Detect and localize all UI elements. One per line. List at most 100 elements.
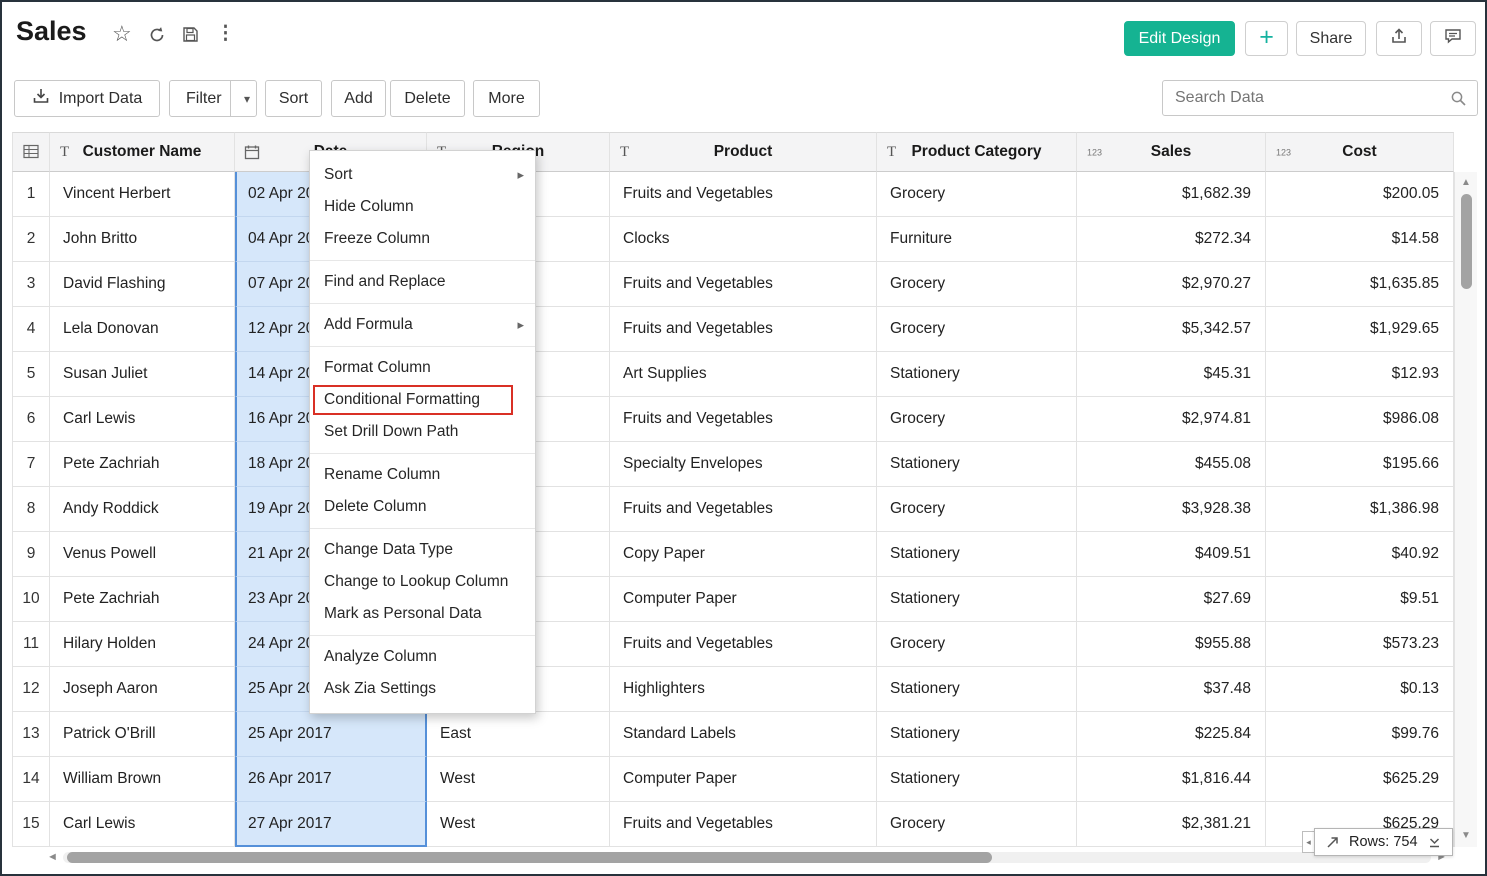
- cell-sales[interactable]: $27.69: [1077, 577, 1266, 622]
- add-button[interactable]: Add: [331, 80, 386, 117]
- cell-product[interactable]: Copy Paper: [610, 532, 877, 577]
- cell-cost[interactable]: $986.08: [1266, 397, 1454, 442]
- cell-date-selected[interactable]: 27 Apr 2017: [235, 802, 427, 847]
- row-number[interactable]: 1: [12, 172, 50, 217]
- row-number[interactable]: 12: [12, 667, 50, 712]
- menu-item-find-and-replace[interactable]: Find and Replace: [310, 266, 535, 298]
- row-number[interactable]: 6: [12, 397, 50, 442]
- row-number[interactable]: 5: [12, 352, 50, 397]
- export-button[interactable]: [1376, 21, 1422, 56]
- import-data-button[interactable]: Import Data: [14, 80, 160, 117]
- row-number[interactable]: 3: [12, 262, 50, 307]
- search-input[interactable]: [1163, 81, 1439, 115]
- cell-sales[interactable]: $1,682.39: [1077, 172, 1266, 217]
- cell-category[interactable]: Grocery: [877, 802, 1077, 847]
- cell-sales[interactable]: $955.88: [1077, 622, 1266, 667]
- column-header-customer-name[interactable]: T Customer Name: [50, 132, 235, 172]
- scroll-up-arrow-icon[interactable]: ▲: [1455, 175, 1477, 191]
- cell-category[interactable]: Stationery: [877, 757, 1077, 802]
- cell-customer[interactable]: Pete Zachriah: [50, 442, 235, 487]
- menu-item-delete-column[interactable]: Delete Column: [310, 491, 535, 523]
- cell-product[interactable]: Fruits and Vegetables: [610, 307, 877, 352]
- cell-product[interactable]: Art Supplies: [610, 352, 877, 397]
- cell-product[interactable]: Fruits and Vegetables: [610, 802, 877, 847]
- menu-item-ask-zia-settings[interactable]: Ask Zia Settings: [310, 673, 535, 705]
- cell-customer[interactable]: Carl Lewis: [50, 802, 235, 847]
- cell-sales[interactable]: $2,974.81: [1077, 397, 1266, 442]
- cell-sales[interactable]: $37.48: [1077, 667, 1266, 712]
- refresh-icon[interactable]: [148, 26, 166, 48]
- cell-cost[interactable]: $14.58: [1266, 217, 1454, 262]
- cell-customer[interactable]: Pete Zachriah: [50, 577, 235, 622]
- cell-category[interactable]: Stationery: [877, 667, 1077, 712]
- row-number[interactable]: 2: [12, 217, 50, 262]
- cell-product[interactable]: Fruits and Vegetables: [610, 397, 877, 442]
- cell-product[interactable]: Fruits and Vegetables: [610, 172, 877, 217]
- cell-category[interactable]: Grocery: [877, 172, 1077, 217]
- cell-product[interactable]: Fruits and Vegetables: [610, 262, 877, 307]
- cell-category[interactable]: Stationery: [877, 712, 1077, 757]
- menu-item-sort[interactable]: Sort ▸: [310, 159, 535, 191]
- cell-sales[interactable]: $409.51: [1077, 532, 1266, 577]
- menu-item-change-to-lookup-column[interactable]: Change to Lookup Column: [310, 566, 535, 598]
- cell-cost[interactable]: $1,635.85: [1266, 262, 1454, 307]
- cell-region[interactable]: East: [427, 712, 610, 757]
- cell-product[interactable]: Computer Paper: [610, 757, 877, 802]
- cell-product[interactable]: Specialty Envelopes: [610, 442, 877, 487]
- cell-cost[interactable]: $1,929.65: [1266, 307, 1454, 352]
- cell-category[interactable]: Furniture: [877, 217, 1077, 262]
- menu-item-hide-column[interactable]: Hide Column: [310, 191, 535, 223]
- more-button[interactable]: More: [473, 80, 540, 117]
- cell-sales[interactable]: $5,342.57: [1077, 307, 1266, 352]
- menu-item-add-formula[interactable]: Add Formula ▸: [310, 309, 535, 341]
- cell-customer[interactable]: Susan Juliet: [50, 352, 235, 397]
- menu-item-mark-as-personal-data[interactable]: Mark as Personal Data: [310, 598, 535, 630]
- scroll-down-arrow-icon[interactable]: ▼: [1455, 828, 1477, 844]
- cell-customer[interactable]: Vincent Herbert: [50, 172, 235, 217]
- cell-region[interactable]: West: [427, 757, 610, 802]
- cell-sales[interactable]: $455.08: [1077, 442, 1266, 487]
- row-number[interactable]: 9: [12, 532, 50, 577]
- column-header-sales[interactable]: 123 Sales: [1077, 132, 1266, 172]
- cell-customer[interactable]: William Brown: [50, 757, 235, 802]
- row-number-header[interactable]: [12, 132, 50, 172]
- cell-customer[interactable]: Venus Powell: [50, 532, 235, 577]
- menu-item-format-column[interactable]: Format Column: [310, 352, 535, 384]
- add-new-button[interactable]: +: [1245, 21, 1288, 56]
- cell-cost[interactable]: $195.66: [1266, 442, 1454, 487]
- cell-category[interactable]: Grocery: [877, 262, 1077, 307]
- row-number[interactable]: 15: [12, 802, 50, 847]
- cell-category[interactable]: Grocery: [877, 622, 1077, 667]
- column-header-product-category[interactable]: T Product Category: [877, 132, 1077, 172]
- cell-category[interactable]: Stationery: [877, 352, 1077, 397]
- cell-product[interactable]: Highlighters: [610, 667, 877, 712]
- row-number[interactable]: 8: [12, 487, 50, 532]
- cell-customer[interactable]: Joseph Aaron: [50, 667, 235, 712]
- cell-customer[interactable]: Carl Lewis: [50, 397, 235, 442]
- cell-category[interactable]: Stationery: [877, 442, 1077, 487]
- menu-item-freeze-column[interactable]: Freeze Column: [310, 223, 535, 255]
- favorite-star-icon[interactable]: ☆: [112, 23, 132, 45]
- cell-customer[interactable]: Patrick O'Brill: [50, 712, 235, 757]
- save-icon[interactable]: [182, 26, 199, 47]
- cell-product[interactable]: Fruits and Vegetables: [610, 487, 877, 532]
- column-header-product[interactable]: T Product: [610, 132, 877, 172]
- menu-item-change-data-type[interactable]: Change Data Type: [310, 534, 535, 566]
- cell-cost[interactable]: $99.76: [1266, 712, 1454, 757]
- share-button[interactable]: Share: [1296, 21, 1366, 56]
- cell-cost[interactable]: $9.51: [1266, 577, 1454, 622]
- cell-customer[interactable]: David Flashing: [50, 262, 235, 307]
- menu-item-rename-column[interactable]: Rename Column: [310, 459, 535, 491]
- vertical-scrollbar-thumb[interactable]: [1461, 194, 1472, 289]
- cell-date-selected[interactable]: 26 Apr 2017: [235, 757, 427, 802]
- row-number[interactable]: 7: [12, 442, 50, 487]
- cell-sales[interactable]: $2,970.27: [1077, 262, 1266, 307]
- cell-customer[interactable]: Lela Donovan: [50, 307, 235, 352]
- cell-customer[interactable]: Andy Roddick: [50, 487, 235, 532]
- row-number[interactable]: 4: [12, 307, 50, 352]
- cell-cost[interactable]: $573.23: [1266, 622, 1454, 667]
- cell-category[interactable]: Grocery: [877, 487, 1077, 532]
- edit-design-button[interactable]: Edit Design: [1124, 21, 1235, 56]
- search-icon[interactable]: [1450, 90, 1467, 112]
- vertical-scrollbar[interactable]: ▲ ▼: [1454, 172, 1477, 847]
